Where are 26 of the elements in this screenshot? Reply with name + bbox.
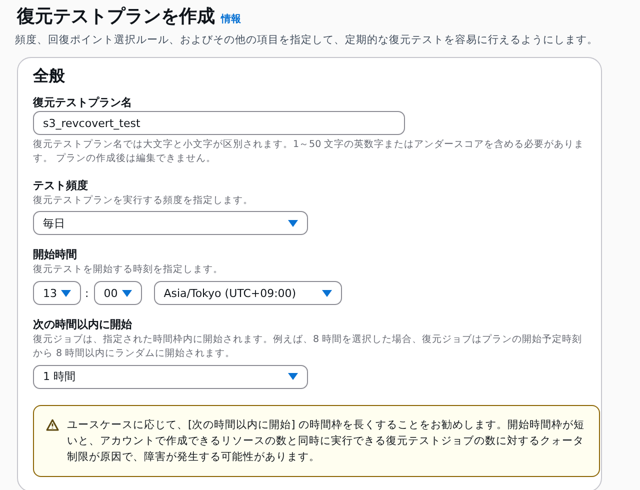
caret-icon — [288, 220, 298, 227]
warning-icon — [46, 418, 59, 431]
dropdown[interactable]: 13 — [33, 281, 81, 306]
field-label: 次の時間以内に開始 — [33, 317, 133, 332]
field-hint: 復元テストを開始する時刻を指定します。 — [33, 263, 224, 278]
field-hint: 復元ジョブは、指定された時間枠内に開始されます。例えば、8 時間を選択した場合、復元ジョブはプランの開始予定時刻から 8 時間以内にランダムに開始されます。 — [33, 333, 584, 361]
alert-text: ユースケースに応じて、[次の時間以内に開始] の時間枠を長くすることをお勧めします。開始時間枠が短いと、アカウントで作成できるリソースの数と同時に実行できる復元テストジョブの数に対するクォータ制限が原因で、障害が発生する可能性があります。 — [67, 418, 586, 466]
field-hint: 復元テストプランを実行する頻度を指定します。 — [33, 194, 254, 208]
dropdown[interactable]: 00 — [94, 281, 142, 306]
time-separator: : — [85, 286, 89, 300]
field-label: 開始時間 — [33, 247, 78, 262]
field-label: テスト頻度 — [33, 178, 89, 193]
field-hint: 復元テストプラン名では大文字と小文字が区別されます。1～50 文字の英数字またはアンダースコアを含める必要があります。 プランの作成後は編集できません。 — [33, 138, 586, 166]
field-label: 復元テストプラン名 — [33, 95, 133, 110]
dropdown[interactable]: Asia/Tokyo (UTC+09:00) — [154, 281, 342, 306]
dropdown[interactable]: 1 時間 — [33, 364, 308, 389]
input-field[interactable]: s3_revcovert_test — [33, 111, 405, 135]
caret-icon — [122, 290, 132, 297]
page-description: 頻度、回復ポイント選択ルール、およびその他の項目を指定して、定期的な復元テストを容易に行えるようにします。 — [15, 33, 599, 47]
info-link[interactable]: 情報 — [221, 12, 241, 26]
caret-icon — [61, 290, 71, 297]
dropdown[interactable]: 毎日 — [33, 211, 308, 236]
caret-icon — [322, 290, 332, 297]
section-title: 全般 — [33, 66, 66, 87]
caret-icon — [288, 373, 298, 380]
page-title: 復元テストプランを作成 — [17, 5, 215, 28]
